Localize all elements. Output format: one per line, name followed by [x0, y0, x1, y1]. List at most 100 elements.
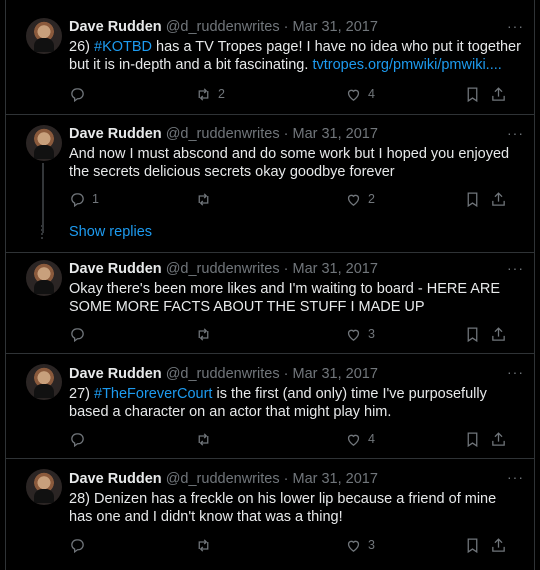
- reply-button[interactable]: [69, 84, 92, 104]
- reply-count: 1: [92, 192, 99, 206]
- tweet-feed: · · · Dave Rudden @d_ruddenwrites · Mar 31…: [5, 0, 535, 570]
- author-name[interactable]: Dave Rudden: [69, 261, 162, 277]
- author-handle[interactable]: @d_ruddenwrites: [166, 126, 280, 142]
- bookmark-button[interactable]: [464, 324, 481, 344]
- tweet-header: Dave Rudden @d_ruddenwrites · Mar 31, 20…: [69, 259, 522, 279]
- avatar[interactable]: [26, 364, 62, 400]
- avatar[interactable]: [26, 125, 62, 161]
- separator-dot: ·: [283, 471, 289, 487]
- retweet-count: 2: [218, 87, 225, 101]
- share-icon: [492, 191, 505, 206]
- author-name[interactable]: Dave Rudden: [69, 471, 162, 487]
- bookmark-icon: [467, 86, 478, 102]
- bookmark-icon: [467, 191, 478, 207]
- reply-button[interactable]: 1: [69, 189, 99, 209]
- share-button[interactable]: [490, 535, 507, 555]
- tweet-3[interactable]: ··· Dave Rudden @d_ruddenwrites · Mar 31…: [6, 253, 534, 354]
- bookmark-icon: [467, 431, 478, 447]
- retweet-icon: [198, 192, 209, 206]
- tweet-text: And now I must abscond and do some work …: [69, 146, 510, 180]
- tweet-header: Dave Rudden @d_ruddenwrites · Mar 31, 20…: [69, 469, 522, 489]
- hashtag-link[interactable]: #KOTBD: [94, 39, 152, 55]
- like-button[interactable]: 3: [345, 535, 375, 555]
- tweet-actions: 3: [69, 324, 524, 344]
- share-button[interactable]: [490, 84, 507, 104]
- bookmark-button[interactable]: [464, 535, 481, 555]
- share-button[interactable]: [490, 189, 507, 209]
- tweet-5[interactable]: ··· Dave Rudden @d_ruddenwrites · Mar 31…: [6, 459, 534, 570]
- reply-button[interactable]: [69, 429, 92, 449]
- bookmark-button[interactable]: [464, 189, 481, 209]
- retweet-button[interactable]: [195, 429, 218, 449]
- tweet-text: 28) Denizen has a freckle on his lower l…: [69, 491, 497, 525]
- show-replies-link[interactable]: Show replies: [69, 224, 152, 240]
- separator-dot: ·: [283, 261, 289, 277]
- share-icon: [492, 86, 505, 101]
- separator-dot: ·: [283, 126, 289, 142]
- tweet-date[interactable]: Mar 31, 2017: [292, 19, 377, 35]
- reply-button[interactable]: [69, 535, 92, 555]
- reply-button[interactable]: [69, 324, 92, 344]
- author-handle[interactable]: @d_ruddenwrites: [166, 471, 280, 487]
- separator-dot: ·: [283, 366, 289, 382]
- share-icon: [492, 537, 505, 552]
- tweet-text-prefix: 27): [69, 386, 94, 402]
- tweet-date[interactable]: Mar 31, 2017: [292, 261, 377, 277]
- like-count: 4: [368, 432, 375, 446]
- share-icon: [492, 431, 505, 446]
- like-button[interactable]: 4: [345, 429, 375, 449]
- tweet-date[interactable]: Mar 31, 2017: [292, 471, 377, 487]
- bookmark-icon: [467, 537, 478, 553]
- like-count: 4: [368, 87, 375, 101]
- tweet-actions: 4: [69, 429, 524, 449]
- tweet-4[interactable]: ··· Dave Rudden @d_ruddenwrites · Mar 31…: [6, 354, 534, 459]
- tweet-actions: 2 4: [69, 84, 524, 104]
- tweet-2[interactable]: ··· Dave Rudden @d_ruddenwrites · Mar 31…: [6, 115, 534, 253]
- retweet-button[interactable]: [195, 535, 218, 555]
- reply-icon: [71, 432, 84, 447]
- share-button[interactable]: [490, 324, 507, 344]
- like-icon: [347, 329, 360, 341]
- retweet-button[interactable]: [195, 189, 218, 209]
- tweet-actions: 1 2: [69, 189, 524, 209]
- thread-line: [42, 163, 44, 233]
- author-handle[interactable]: @d_ruddenwrites: [166, 19, 280, 35]
- reply-icon: [71, 538, 84, 553]
- tweet-text-prefix: 26): [69, 39, 94, 55]
- retweet-button[interactable]: 2: [195, 84, 225, 104]
- tweet-text: 27) #TheForeverCourt is the first (and o…: [69, 385, 522, 421]
- like-button[interactable]: 3: [345, 324, 375, 344]
- like-icon: [347, 434, 360, 446]
- avatar[interactable]: [26, 469, 62, 505]
- like-button[interactable]: 4: [345, 84, 375, 104]
- avatar[interactable]: [26, 260, 62, 296]
- tweet-1[interactable]: ··· Dave Rudden @d_ruddenwrites · Mar 31…: [6, 0, 534, 115]
- author-handle[interactable]: @d_ruddenwrites: [166, 261, 280, 277]
- retweet-icon: [198, 432, 209, 446]
- share-button[interactable]: [490, 429, 507, 449]
- author-name[interactable]: Dave Rudden: [69, 366, 162, 382]
- like-button[interactable]: 2: [345, 189, 375, 209]
- reply-icon: [71, 192, 84, 207]
- url-link[interactable]: tvtropes.org/pmwiki/pmwiki....: [312, 57, 501, 73]
- tweet-date[interactable]: Mar 31, 2017: [292, 366, 377, 382]
- hashtag-link[interactable]: #TheForeverCourt: [94, 386, 212, 402]
- like-icon: [347, 540, 360, 552]
- author-handle[interactable]: @d_ruddenwrites: [166, 366, 280, 382]
- like-icon: [347, 89, 360, 101]
- separator-dot: ·: [283, 19, 289, 35]
- bookmark-button[interactable]: [464, 429, 481, 449]
- tweet-header: Dave Rudden @d_ruddenwrites · Mar 31, 20…: [69, 17, 522, 37]
- avatar[interactable]: [26, 18, 62, 54]
- retweet-icon: [198, 87, 209, 101]
- tweet-header: Dave Rudden @d_ruddenwrites · Mar 31, 20…: [69, 364, 522, 384]
- retweet-button[interactable]: [195, 324, 218, 344]
- retweet-icon: [198, 327, 209, 341]
- author-name[interactable]: Dave Rudden: [69, 19, 162, 35]
- like-count: 2: [368, 192, 375, 206]
- tweet-date[interactable]: Mar 31, 2017: [292, 126, 377, 142]
- author-name[interactable]: Dave Rudden: [69, 126, 162, 142]
- like-count: 3: [368, 327, 375, 341]
- bookmark-button[interactable]: [464, 84, 481, 104]
- reply-icon: [71, 327, 84, 342]
